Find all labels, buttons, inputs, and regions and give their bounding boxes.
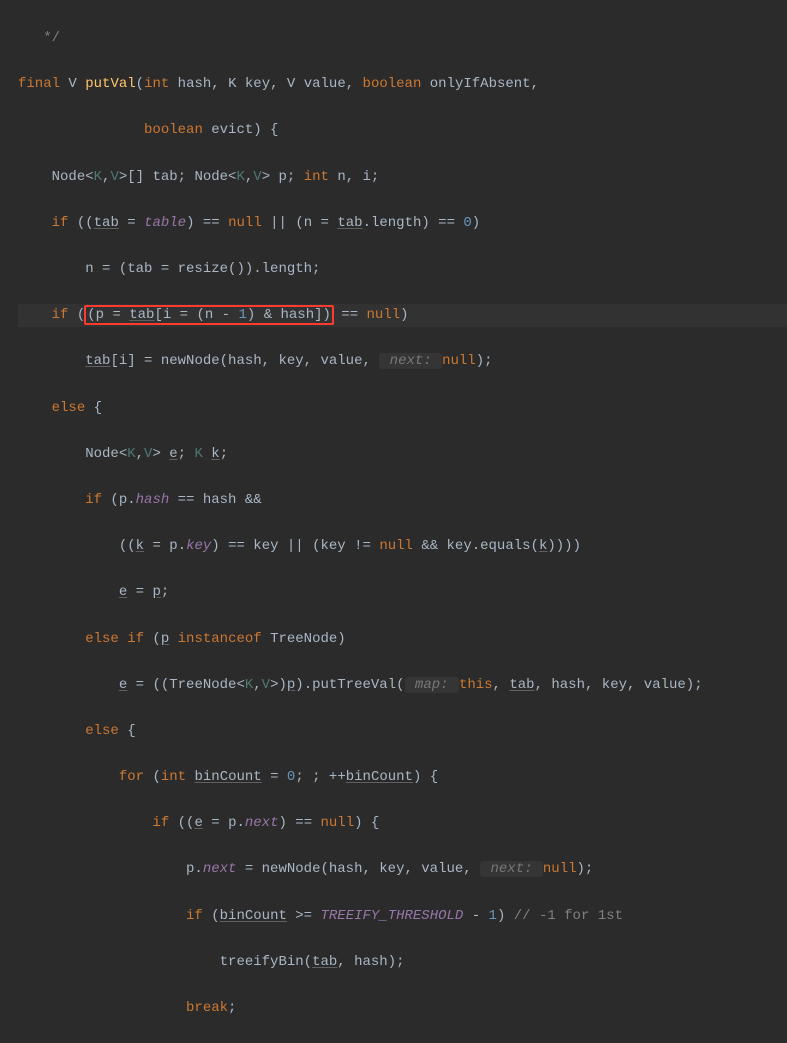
code-line: else {: [18, 720, 787, 743]
highlighted-expression: (p = tab[i = (n - 1) & hash]): [84, 305, 334, 325]
code-line: p.next = newNode(hash, key, value, next:…: [18, 858, 787, 881]
code-line: Node<K,V> e; K k;: [18, 443, 787, 466]
code-line: ((k = p.key) == key || (key != null && k…: [18, 535, 787, 558]
code-line: treeifyBin(tab, hash);: [18, 951, 787, 974]
code-line: if ((e = p.next) == null) {: [18, 812, 787, 835]
code-line: boolean evict) {: [18, 119, 787, 142]
code-line: break;: [18, 997, 787, 1020]
code-line: final V putVal(int hash, K key, V value,…: [18, 73, 787, 96]
code-line: if (binCount >= TREEIFY_THRESHOLD - 1) /…: [18, 905, 787, 928]
code-line-highlighted: if ((p = tab[i = (n - 1) & hash]) == nul…: [18, 304, 787, 327]
code-line: tab[i] = newNode(hash, key, value, next:…: [18, 350, 787, 373]
code-line: for (int binCount = 0; ; ++binCount) {: [18, 766, 787, 789]
code-line: n = (tab = resize()).length;: [18, 258, 787, 281]
code-line: else {: [18, 397, 787, 420]
code-line: else if (p instanceof TreeNode): [18, 628, 787, 651]
code-editor[interactable]: */ final V putVal(int hash, K key, V val…: [0, 0, 787, 1043]
code-line: if ((tab = table) == null || (n = tab.le…: [18, 212, 787, 235]
code-line: e = ((TreeNode<K,V>)p).putTreeVal( map: …: [18, 674, 787, 697]
code-line: if (p.hash == hash &&: [18, 489, 787, 512]
code-line: */: [18, 27, 787, 50]
code-line: e = p;: [18, 581, 787, 604]
code-line: Node<K,V>[] tab; Node<K,V> p; int n, i;: [18, 166, 787, 189]
